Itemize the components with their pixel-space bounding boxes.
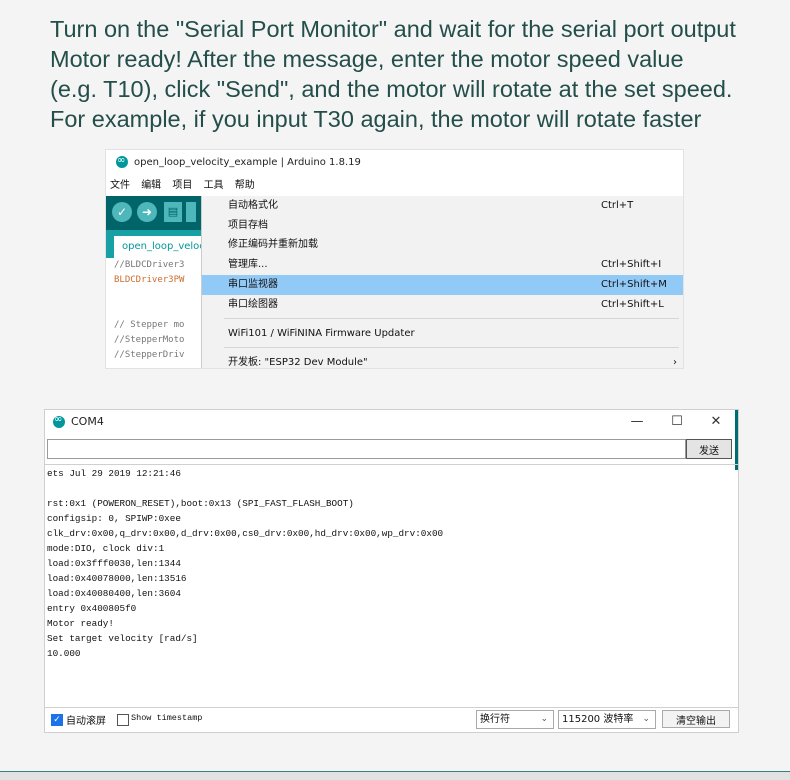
serial-status-bar: ✓ 自动滚屏 Show timestamp 换行符 ⌄ 115200 波特率 ⌄… <box>45 708 738 732</box>
serial-monitor-window: COM4 — ☐ ✕ 发送 ets Jul 29 2019 12:21:46 r… <box>44 409 739 733</box>
timestamp-label: Show timestamp <box>131 713 203 723</box>
menu-item-label: 管理库... <box>228 259 268 270</box>
menu-item-label: WiFi101 / WiFiNINA Firmware Updater <box>228 328 415 339</box>
menu-item-fix-encoding[interactable]: 修正编码并重新加载 <box>202 235 683 255</box>
code-line: //BLDCDriver3 <box>114 260 185 270</box>
menu-item-serial-plotter[interactable]: 串口绘图器 Ctrl+Shift+L <box>202 295 683 315</box>
baud-rate-select[interactable]: 115200 波特率 ⌄ <box>558 710 656 729</box>
output-line: entry 0x400805f0 <box>47 603 137 614</box>
menu-item-shortcut: Ctrl+Shift+L <box>601 299 664 310</box>
menu-file[interactable]: 文件 <box>110 180 130 191</box>
ide-title-bar: open_loop_velocity_example | Arduino 1.8… <box>106 150 683 176</box>
instruction-line-2: Motor ready! After the message, enter th… <box>50 46 684 72</box>
ide-title: open_loop_velocity_example | Arduino 1.8… <box>134 157 361 168</box>
serial-monitor-titlebar: COM4 — ☐ ✕ <box>45 410 738 434</box>
window-title: COM4 <box>71 415 104 428</box>
menu-separator <box>224 318 679 319</box>
instruction-line-3: (e.g. T10), click "Send", and the motor … <box>50 76 733 102</box>
menu-item-auto-format[interactable]: 自动格式化 Ctrl+T <box>202 196 683 216</box>
verify-check-icon[interactable]: ✓ <box>112 202 132 222</box>
menu-item-label: 串口监视器 <box>228 279 278 290</box>
line-ending-value: 换行符 <box>480 714 510 725</box>
menu-item-label: 开发板: "ESP32 Dev Module" <box>228 357 368 368</box>
footer-band <box>0 772 790 780</box>
instruction-line-1: Turn on the "Serial Port Monitor" and wa… <box>50 16 736 42</box>
menu-item-label: 项目存档 <box>228 220 268 231</box>
ide-menubar: 文件 编辑 项目 工具 帮助 <box>106 176 683 196</box>
menu-item-archive-sketch[interactable]: 项目存档 <box>202 216 683 236</box>
code-line: // Stepper mo <box>114 320 185 330</box>
output-line: 10.000 <box>47 648 81 659</box>
window-accent-bar <box>735 410 738 470</box>
menu-item-label: 自动格式化 <box>228 200 278 211</box>
arduino-ide-window: open_loop_velocity_example | Arduino 1.8… <box>105 149 684 369</box>
code-editor[interactable]: //BLDCDriver3 BLDCDriver3PW // Stepper m… <box>106 258 201 368</box>
autoscroll-label: 自动滚屏 <box>66 716 106 727</box>
menu-item-shortcut: Ctrl+Shift+I <box>601 259 662 270</box>
menu-item-wifi-updater[interactable]: WiFi101 / WiFiNINA Firmware Updater <box>202 324 683 344</box>
close-icon[interactable]: ✕ <box>696 410 736 434</box>
arduino-logo-icon <box>116 150 128 174</box>
timestamp-checkbox[interactable] <box>117 714 129 726</box>
clear-output-button[interactable]: 清空输出 <box>662 710 730 728</box>
code-line: BLDCDriver3PW <box>114 275 185 285</box>
code-line: //StepperMoto <box>114 335 185 345</box>
menu-separator <box>224 347 679 348</box>
window-title-group: COM4 <box>53 410 104 434</box>
minimize-icon[interactable]: — <box>617 410 657 434</box>
menu-item-serial-monitor[interactable]: 串口监视器 Ctrl+Shift+M <box>202 275 683 295</box>
tools-menu: 自动格式化 Ctrl+T 项目存档 修正编码并重新加载 管理库... Ctrl+… <box>201 196 683 368</box>
new-sketch-icon[interactable]: ▤ <box>164 202 182 222</box>
output-line: clk_drv:0x00,q_drv:0x00,d_drv:0x00,cs0_d… <box>47 528 444 539</box>
serial-input[interactable] <box>47 439 686 459</box>
serial-output[interactable]: ets Jul 29 2019 12:21:46 rst:0x1 (POWERO… <box>45 464 738 708</box>
output-line: mode:DIO, clock div:1 <box>47 543 165 554</box>
maximize-icon[interactable]: ☐ <box>657 410 697 434</box>
ide-toolbar: ✓ ➜ ▤ <box>106 196 201 230</box>
arduino-logo-icon <box>53 410 65 432</box>
code-line: //StepperDriv <box>114 350 185 360</box>
autoscroll-checkbox[interactable]: ✓ <box>51 714 63 726</box>
menu-tools[interactable]: 工具 <box>204 180 224 191</box>
sketch-tab[interactable]: open_loop_velocity_example <box>114 236 209 258</box>
menu-item-shortcut: Ctrl+T <box>601 200 634 211</box>
chevron-right-icon: › <box>673 357 677 368</box>
chevron-down-icon: ⌄ <box>642 714 650 724</box>
output-line: load:0x40080400,len:3604 <box>47 588 181 599</box>
instruction-line-4: For example, if you input T30 again, the… <box>50 106 702 132</box>
output-line: Set target velocity [rad/s] <box>47 633 198 644</box>
output-line: load:0x3fff0030,len:1344 <box>47 558 181 569</box>
output-line: rst:0x1 (POWERON_RESET),boot:0x13 (SPI_F… <box>47 498 354 509</box>
send-button[interactable]: 发送 <box>686 439 732 459</box>
output-line: ets Jul 29 2019 12:21:46 <box>47 468 181 479</box>
menu-sketch[interactable]: 项目 <box>172 180 192 191</box>
menu-item-label: 修正编码并重新加载 <box>228 239 318 250</box>
baud-rate-value: 115200 波特率 <box>562 714 634 725</box>
chevron-down-icon: ⌄ <box>540 714 548 724</box>
upload-arrow-icon[interactable]: ➜ <box>137 202 157 222</box>
menu-help[interactable]: 帮助 <box>235 180 255 191</box>
menu-item-label: 串口绘图器 <box>228 299 278 310</box>
menu-edit[interactable]: 编辑 <box>141 180 161 191</box>
output-line: load:0x40078000,len:13516 <box>47 573 187 584</box>
open-sketch-icon[interactable] <box>186 202 196 222</box>
line-ending-select[interactable]: 换行符 ⌄ <box>476 710 554 729</box>
output-line: Motor ready! <box>47 618 114 629</box>
menu-item-manage-libraries[interactable]: 管理库... Ctrl+Shift+I <box>202 255 683 275</box>
menu-item-board[interactable]: 开发板: "ESP32 Dev Module" › <box>202 353 683 368</box>
send-row: 发送 <box>47 439 734 461</box>
instruction-text: Turn on the "Serial Port Monitor" and wa… <box>50 14 785 134</box>
output-line: configsip: 0, SPIWP:0xee <box>47 513 181 524</box>
ide-tabstrip: open_loop_velocity_example <box>106 230 209 258</box>
menu-item-shortcut: Ctrl+Shift+M <box>601 279 667 290</box>
